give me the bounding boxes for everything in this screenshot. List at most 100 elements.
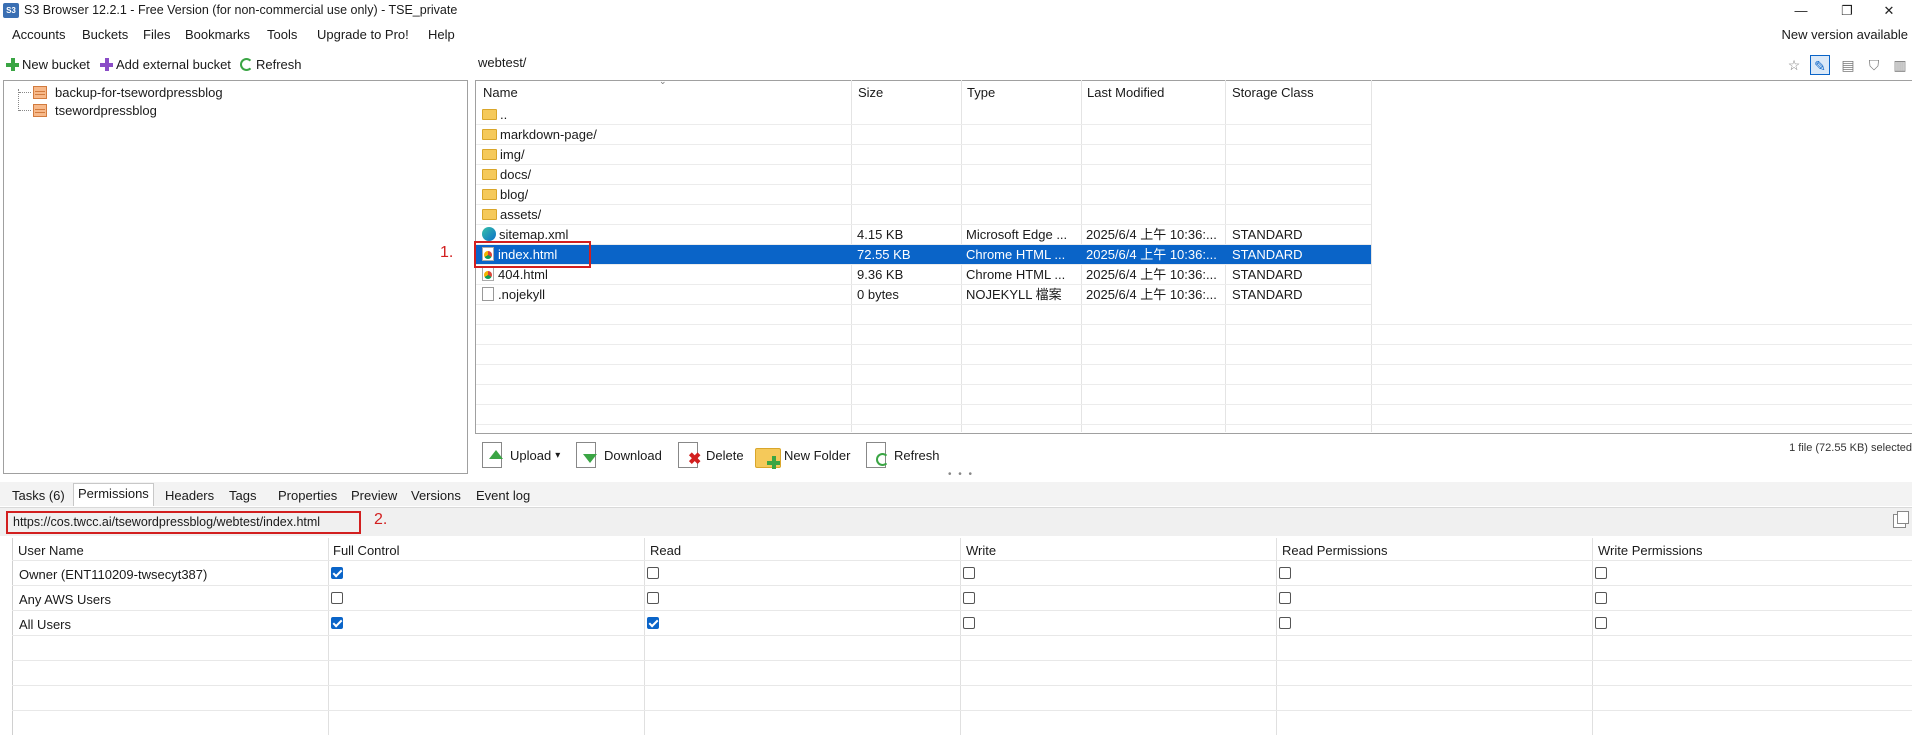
write-checkbox[interactable]	[963, 592, 975, 604]
read-checkbox[interactable]	[647, 592, 659, 604]
empty-row	[476, 345, 1912, 365]
dropdown-arrow-icon[interactable]: ▾	[555, 450, 560, 461]
panel-icon[interactable]: ▤	[1838, 55, 1858, 75]
upload-button[interactable]: Upload ▾	[480, 437, 560, 473]
edit-icon[interactable]: ✎	[1810, 55, 1830, 75]
file-row[interactable]: .nojekyll 0 bytes NOJEKYLL 檔案 2025/6/4 上…	[476, 285, 1371, 305]
perm-header-write: Write	[966, 543, 997, 558]
write-checkbox[interactable]	[963, 617, 975, 629]
row-divider	[12, 610, 1912, 611]
folder-icon	[482, 189, 497, 200]
refresh-buckets-button[interactable]: Refresh	[240, 56, 302, 72]
folder-icon	[482, 149, 497, 160]
tab-permissions[interactable]: Permissions	[73, 483, 154, 506]
file-row[interactable]: docs/	[476, 165, 1371, 185]
tab-headers[interactable]: Headers	[161, 486, 218, 506]
annotation-box-2	[6, 511, 361, 534]
file-row[interactable]: assets/	[476, 205, 1371, 225]
new-bucket-label: New bucket	[22, 56, 90, 72]
file-row-selected[interactable]: index.html 72.55 KB Chrome HTML ... 2025…	[476, 245, 1371, 265]
menu-help[interactable]: Help	[428, 27, 455, 42]
sort-indicator-icon: ⌄	[659, 76, 667, 86]
full-control-checkbox[interactable]	[331, 592, 343, 604]
star-icon[interactable]: ☆	[1784, 55, 1804, 75]
new-bucket-button[interactable]: New bucket	[6, 56, 90, 72]
read-permissions-checkbox[interactable]	[1279, 592, 1291, 604]
read-checkbox[interactable]	[647, 567, 659, 579]
menu-files[interactable]: Files	[143, 27, 170, 42]
full-control-checkbox[interactable]	[331, 567, 343, 579]
add-external-bucket-button[interactable]: Add external bucket	[100, 56, 231, 72]
perm-user: All Users	[19, 617, 72, 632]
refresh-label: Refresh	[256, 56, 302, 72]
column-header-name[interactable]: Name	[483, 85, 518, 100]
file-name: 404.html	[498, 267, 548, 282]
minimize-button[interactable]: —	[1778, 0, 1824, 22]
bucket-tree: backup-for-tsewordpressblog tsewordpress…	[3, 80, 468, 474]
empty-row	[476, 365, 1912, 385]
menu-upgrade[interactable]: Upgrade to Pro!	[317, 27, 409, 42]
copy-icon[interactable]	[1893, 511, 1909, 528]
upload-label: Upload	[510, 447, 552, 463]
perm-header-write-permissions: Write Permissions	[1598, 543, 1703, 558]
file-row[interactable]: ..	[476, 105, 1371, 125]
file-row[interactable]: sitemap.xml 4.15 KB Microsoft Edge ... 2…	[476, 225, 1371, 245]
refresh-icon	[240, 57, 253, 71]
write-permissions-checkbox[interactable]	[1595, 617, 1607, 629]
bucket-label: backup-for-tsewordpressblog	[55, 84, 223, 100]
close-button[interactable]: ✕	[1866, 0, 1912, 22]
menu-tools[interactable]: Tools	[267, 27, 297, 42]
bucket-item[interactable]: tsewordpressblog	[19, 102, 157, 118]
file-storage-class: STANDARD	[1232, 227, 1303, 242]
tab-versions[interactable]: Versions	[407, 486, 465, 506]
menu-accounts[interactable]: Accounts	[12, 27, 65, 42]
empty-row	[476, 325, 1912, 345]
write-permissions-checkbox[interactable]	[1595, 567, 1607, 579]
bucket-label: tsewordpressblog	[55, 102, 157, 118]
columns-icon[interactable]: ▥	[1890, 55, 1910, 75]
refresh-files-button[interactable]: Refresh	[864, 437, 940, 473]
file-row[interactable]: blog/	[476, 185, 1371, 205]
new-folder-button[interactable]: New Folder	[754, 437, 850, 473]
full-control-checkbox[interactable]	[331, 617, 343, 629]
download-icon	[574, 440, 600, 470]
file-name: img/	[500, 147, 525, 162]
write-checkbox[interactable]	[963, 567, 975, 579]
maximize-button[interactable]: ❐	[1824, 0, 1870, 22]
path-bar[interactable]	[475, 52, 1775, 72]
tab-tasks[interactable]: Tasks (6)	[8, 486, 69, 506]
folder-icon	[482, 169, 497, 180]
column-header-storage[interactable]: Storage Class	[1232, 85, 1314, 100]
menu-bookmarks[interactable]: Bookmarks	[185, 27, 250, 42]
tab-tags[interactable]: Tags	[225, 486, 260, 506]
column-header-modified[interactable]: Last Modified	[1087, 85, 1164, 100]
tree-connector	[19, 109, 31, 111]
file-size: 9.36 KB	[857, 267, 904, 282]
download-button[interactable]: Download	[574, 437, 662, 473]
perm-header-read: Read	[650, 543, 682, 558]
menu-buckets[interactable]: Buckets	[82, 27, 128, 42]
file-row[interactable]: 404.html 9.36 KB Chrome HTML ... 2025/6/…	[476, 265, 1371, 285]
tab-properties[interactable]: Properties	[274, 486, 341, 506]
tab-event-log[interactable]: Event log	[472, 486, 534, 506]
read-permissions-checkbox[interactable]	[1279, 567, 1291, 579]
column-header-type[interactable]: Type	[967, 85, 995, 100]
new-version-link[interactable]: New version available	[1782, 27, 1908, 42]
column-header-size[interactable]: Size	[858, 85, 883, 100]
read-checkbox[interactable]	[647, 617, 659, 629]
annotation-label-2: 2.	[374, 511, 388, 528]
file-row[interactable]: img/	[476, 145, 1371, 165]
file-storage-class: STANDARD	[1232, 287, 1303, 302]
tab-preview[interactable]: Preview	[347, 486, 401, 506]
splitter-handle[interactable]: • • •	[948, 469, 974, 480]
upload-icon	[480, 440, 506, 470]
permissions-grid	[12, 538, 1912, 735]
bucket-item[interactable]: backup-for-tsewordpressblog	[19, 84, 223, 100]
read-permissions-checkbox[interactable]	[1279, 617, 1291, 629]
delete-button[interactable]: ✖ Delete	[676, 437, 744, 473]
filter-icon[interactable]: ⛉	[1864, 55, 1884, 75]
path-text: webtest/	[478, 55, 527, 70]
file-row[interactable]: markdown-page/	[476, 125, 1371, 145]
write-permissions-checkbox[interactable]	[1595, 592, 1607, 604]
folder-icon	[482, 209, 497, 220]
